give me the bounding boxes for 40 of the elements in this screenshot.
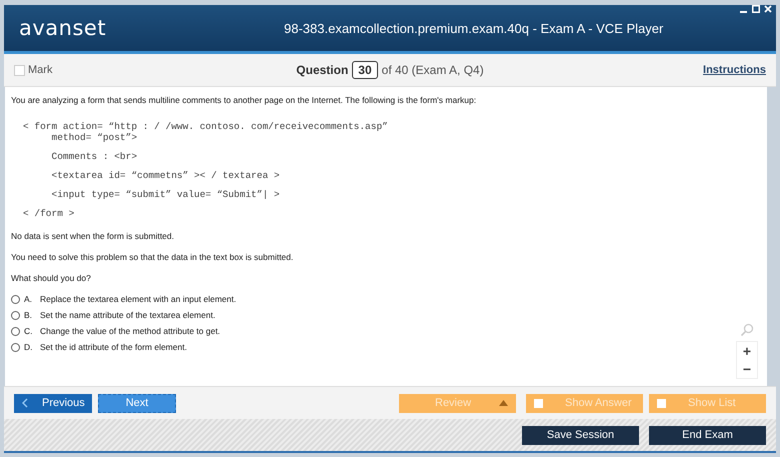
code-line: < /form > xyxy=(23,208,76,219)
question-count: of 40 (Exam A, Q4) xyxy=(382,63,484,77)
option-radio[interactable] xyxy=(11,294,20,304)
close-icon[interactable] xyxy=(764,5,772,13)
code-line: < form action= “http : / /www. contoso. com/receivecomments.asp” xyxy=(23,121,389,132)
mark-label[interactable]: Mark xyxy=(28,64,52,76)
option-letter: D. xyxy=(24,342,34,352)
caret-up-icon xyxy=(499,400,508,406)
question-label: Question xyxy=(296,63,348,77)
app-logo: avanset xyxy=(19,16,108,40)
question-number-field[interactable]: 30 xyxy=(352,61,378,79)
code-line: <textarea id= “commetns” >< / textarea > xyxy=(50,170,281,181)
mark-checkbox[interactable] xyxy=(14,64,25,76)
end-exam-button[interactable]: End Exam xyxy=(649,426,766,444)
question-text: No data is sent when the form is submitted. xyxy=(11,231,175,241)
code-line: Comments : <br> xyxy=(50,151,138,162)
show-list-checkbox[interactable] xyxy=(657,398,666,408)
option-text[interactable]: Replace the textarea element with an input element. xyxy=(40,294,236,304)
question-text: You are analyzing a form that sends multiline comments to another page on the Internet. The following is the form's markup: xyxy=(11,95,478,105)
previous-button[interactable]: Previous xyxy=(14,394,92,412)
option-radio[interactable] xyxy=(11,310,20,320)
show-answer-checkbox[interactable] xyxy=(534,398,543,408)
option-radio[interactable] xyxy=(11,342,20,352)
window-title: 98-383.examcollection.premium.exam.40q - Exam A - VCE Player xyxy=(284,20,664,36)
option-radio[interactable] xyxy=(11,326,20,336)
option-text[interactable]: Set the name attribute of the textarea element. xyxy=(40,310,216,320)
save-session-button[interactable]: Save Session xyxy=(522,426,639,444)
option-letter: A. xyxy=(24,294,34,304)
option-letter: C. xyxy=(24,326,34,336)
scrollbar[interactable] xyxy=(767,87,776,386)
code-line: <input type= “submit” value= “Submit”| > xyxy=(50,189,281,200)
question-text: You need to solve this problem so that the data in the text box is submitted. xyxy=(11,252,294,262)
maximize-icon[interactable] xyxy=(752,5,760,13)
question-text: What should you do? xyxy=(11,273,92,283)
option-letter: B. xyxy=(24,310,34,320)
code-line: method= “post”> xyxy=(50,132,138,143)
option-text[interactable]: Set the id attribute of the form element. xyxy=(40,342,187,352)
instructions-link[interactable]: Instructions xyxy=(506,64,766,76)
option-text[interactable]: Change the value of the method attribute to get. xyxy=(40,326,220,336)
chevron-left-icon xyxy=(22,398,28,408)
